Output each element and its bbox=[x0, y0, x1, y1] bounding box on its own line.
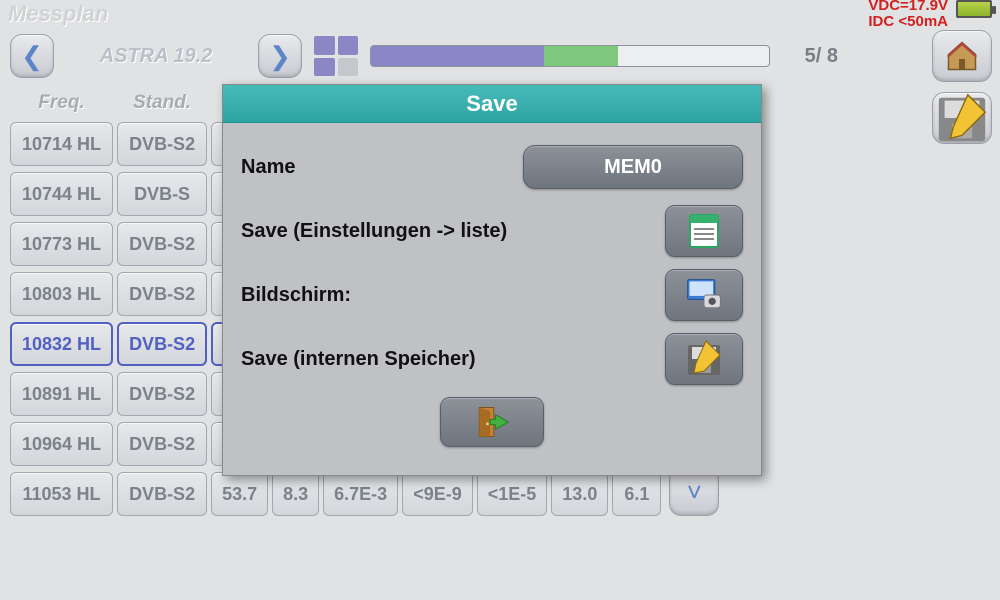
cell-c9: 6.1 bbox=[612, 472, 661, 516]
cell-freq: 10773 HL bbox=[10, 222, 113, 266]
prev-satellite-button[interactable]: ❮ bbox=[10, 34, 54, 78]
cell-freq: 10714 HL bbox=[10, 122, 113, 166]
save-dialog-title: Save bbox=[223, 85, 761, 123]
cell-c6: <9E-9 bbox=[402, 472, 473, 516]
cell-c8: 13.0 bbox=[551, 472, 608, 516]
col-freq: Freq. bbox=[10, 90, 113, 116]
vdc-value: VDC=17.9V bbox=[868, 0, 948, 14]
cell-freq: 10832 HL bbox=[10, 322, 113, 366]
save-memory-label: Save (internen Speicher) bbox=[241, 348, 476, 371]
save-list-button[interactable] bbox=[665, 205, 743, 257]
name-field[interactable]: MEM0 bbox=[523, 145, 743, 189]
cell-freq: 10891 HL bbox=[10, 372, 113, 416]
cell-c3: 53.7 bbox=[211, 472, 268, 516]
screenshot-label: Bildschirm: bbox=[241, 284, 351, 307]
home-button[interactable] bbox=[932, 30, 992, 82]
cell-std: DVB-S2 bbox=[117, 222, 207, 266]
battery-icon bbox=[956, 0, 992, 18]
cell-c7: <1E-5 bbox=[477, 472, 548, 516]
page-title: Messplan bbox=[8, 1, 108, 27]
exit-button[interactable] bbox=[440, 397, 544, 447]
cell-std: DVB-S2 bbox=[117, 122, 207, 166]
cell-std: DVB-S2 bbox=[117, 422, 207, 466]
cell-freq: 11053 HL bbox=[10, 472, 113, 516]
save-memory-button[interactable] bbox=[665, 333, 743, 385]
cell-c5: 6.7E-3 bbox=[323, 472, 398, 516]
save-list-label: Save (Einstellungen -> liste) bbox=[241, 220, 507, 243]
scan-progress-label: 5/ 8 bbox=[778, 45, 838, 68]
power-status: VDC=17.9V IDC <50mA bbox=[868, 0, 948, 30]
cell-std: DVB-S2 bbox=[117, 372, 207, 416]
cell-freq: 10803 HL bbox=[10, 272, 113, 316]
cell-std: DVB-S2 bbox=[117, 322, 207, 366]
cell-std: DVB-S bbox=[117, 172, 207, 216]
edit-save-button[interactable] bbox=[932, 92, 992, 144]
table-row[interactable]: 11053 HLDVB-S253.78.36.7E-3<9E-9<1E-513.… bbox=[10, 472, 661, 516]
scan-progress bbox=[370, 45, 770, 67]
grid-view-icon[interactable] bbox=[314, 36, 358, 76]
save-dialog: Save Name MEM0 Save (Einstellungen -> li… bbox=[222, 84, 762, 476]
col-stand: Stand. bbox=[117, 90, 207, 116]
cell-std: DVB-S2 bbox=[117, 272, 207, 316]
cell-c4: 8.3 bbox=[272, 472, 319, 516]
name-label: Name bbox=[241, 156, 295, 179]
cell-freq: 10744 HL bbox=[10, 172, 113, 216]
next-satellite-button[interactable]: ❯ bbox=[258, 34, 302, 78]
cell-freq: 10964 HL bbox=[10, 422, 113, 466]
idc-value: IDC <50mA bbox=[868, 14, 948, 30]
cell-std: DVB-S2 bbox=[117, 472, 207, 516]
satellite-label: ASTRA 19.2 bbox=[66, 45, 246, 68]
screenshot-button[interactable] bbox=[665, 269, 743, 321]
